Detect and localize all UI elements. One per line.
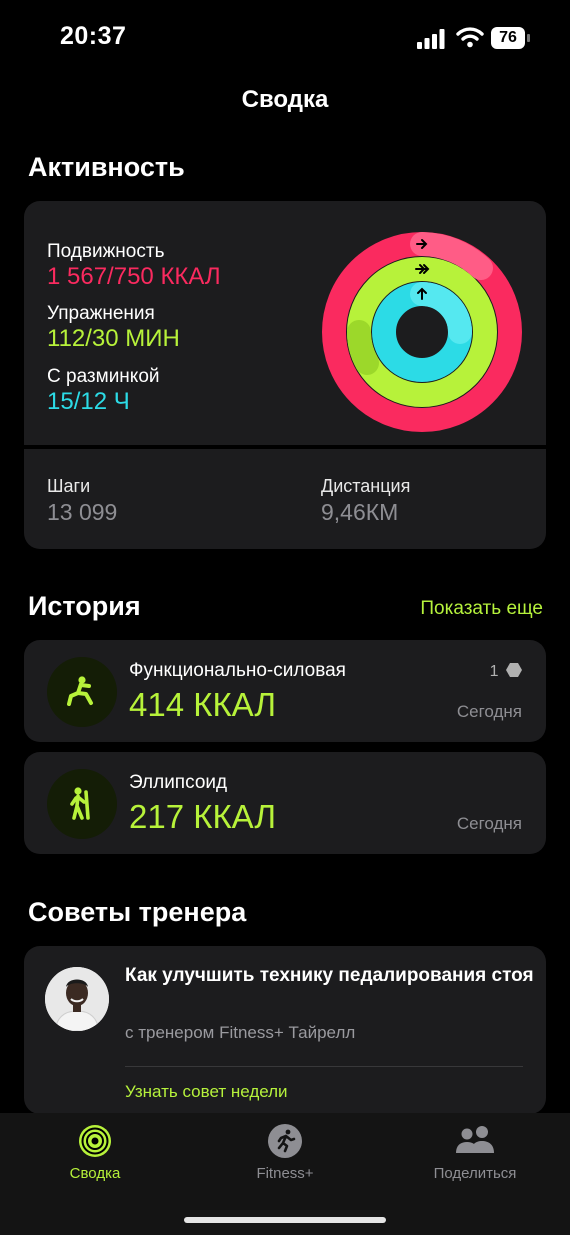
steps-label: Шаги — [47, 476, 91, 496]
workout-count-value: 1 — [489, 663, 499, 680]
stand-value: 15/12 Ч — [47, 388, 130, 415]
page-title: Сводка — [241, 86, 329, 113]
coach-divider — [125, 1066, 523, 1067]
workout-name: Функционально-силовая — [129, 660, 346, 681]
tab-sharing-label: Поделиться — [433, 1165, 517, 1182]
strength-icon — [47, 657, 117, 727]
hexagon-badge-icon — [506, 663, 522, 677]
home-indicator — [184, 1217, 386, 1223]
stand-label: С разминкой — [47, 366, 160, 387]
sharing-people-icon — [456, 1126, 494, 1153]
wifi-icon — [456, 27, 484, 48]
battery-level: 76 — [491, 27, 525, 49]
coach-tip-title: Как улучшить технику педалирования стоя — [125, 965, 534, 986]
workout-name: Эллипсоид — [129, 772, 228, 793]
exercise-value: 112/30 МИН — [47, 325, 180, 352]
workout-date: Сегодня — [456, 814, 522, 833]
workout-row[interactable]: Функционально-силовая 414 ККАЛ 1 Сегодня — [24, 640, 546, 742]
history-section-title: История — [28, 591, 141, 621]
status-bar: 20:37 76 — [0, 0, 570, 76]
distance-value: 9,46КМ — [321, 499, 399, 525]
battery-indicator: 76 — [491, 27, 531, 49]
summary-rings-icon — [79, 1125, 111, 1157]
workout-kcal: 414 ККАЛ — [129, 686, 277, 723]
avatar — [45, 967, 109, 1031]
tab-fitness-plus-label: Fitness+ — [256, 1165, 314, 1182]
tab-summary-label: Сводка — [69, 1165, 121, 1182]
coach-section-title: Советы тренера — [28, 897, 247, 927]
coach-tip-link[interactable]: Узнать совет недели — [125, 1082, 288, 1102]
workout-count: 1 — [490, 663, 522, 681]
show-more-link[interactable]: Показать еще — [420, 598, 543, 620]
fitness-runner-icon — [268, 1124, 302, 1158]
activity-divider — [24, 445, 546, 449]
activity-rings — [322, 232, 522, 432]
coach-tip-subtitle: с тренером Fitness+ Тайрелл — [125, 1023, 356, 1042]
battery-tip — [527, 34, 530, 42]
activity-section-title: Активность — [28, 152, 185, 182]
exercise-ring-overlap — [346, 320, 379, 375]
status-time: 20:37 — [60, 22, 127, 50]
coach-tip-card[interactable]: Как улучшить технику педалирования стоя … — [24, 946, 546, 1114]
workout-kcal: 217 ККАЛ — [129, 798, 277, 835]
stand-ring-overlap — [410, 282, 472, 344]
activity-card[interactable]: Подвижность 1 567/750 ККАЛ Упражнения 11… — [24, 201, 546, 549]
move-label: Подвижность — [47, 241, 165, 262]
exercise-label: Упражнения — [47, 303, 155, 324]
elliptical-icon — [47, 769, 117, 839]
distance-label: Дистанция — [321, 476, 411, 496]
steps-value: 13 099 — [47, 499, 118, 525]
cellular-signal-icon — [417, 29, 445, 49]
move-value: 1 567/750 ККАЛ — [47, 263, 221, 290]
workout-date: Сегодня — [456, 702, 522, 721]
workout-row[interactable]: Эллипсоид 217 ККАЛ Сегодня — [24, 752, 546, 854]
